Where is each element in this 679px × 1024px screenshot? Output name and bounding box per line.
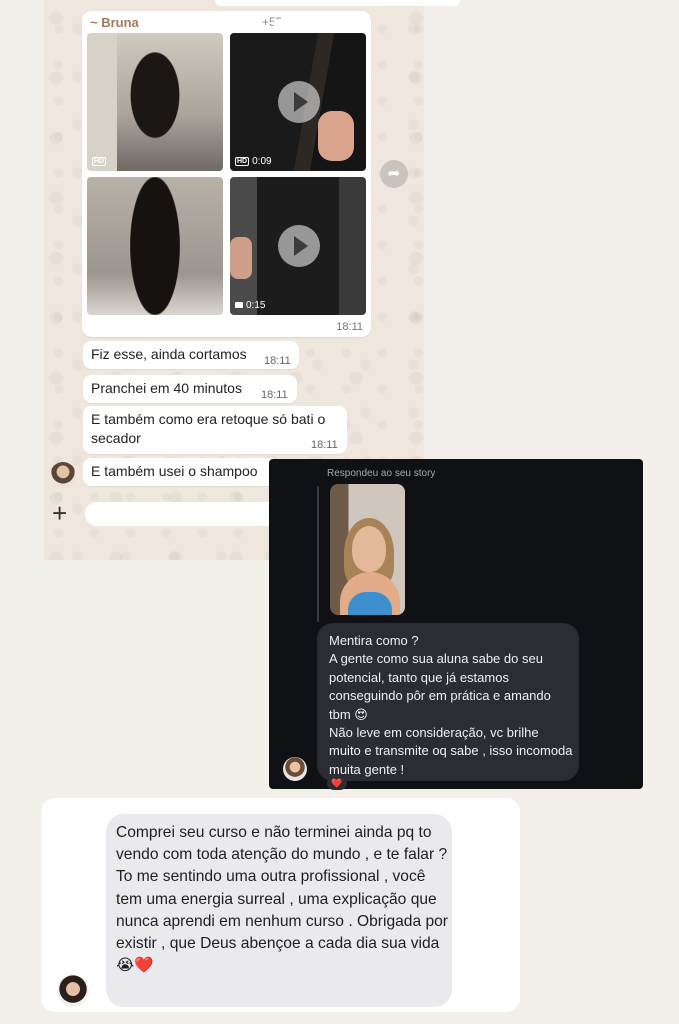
message-text: E também usei o shampoo bbox=[91, 463, 258, 479]
story-reply-label: Respondeu ao seu story bbox=[327, 468, 436, 479]
chat-message[interactable]: Fiz esse, ainda cortamos 18:11 bbox=[83, 341, 299, 369]
media-thumbnail-3[interactable] bbox=[87, 177, 223, 315]
message-time: 18:11 bbox=[264, 355, 291, 367]
message-time: 18:11 bbox=[311, 439, 338, 451]
forward-arrow-icon[interactable]: ➦ bbox=[380, 160, 408, 188]
avatar[interactable] bbox=[50, 462, 76, 488]
media-thumbnail-1[interactable]: HD bbox=[87, 33, 223, 171]
media-thumbnail-2[interactable]: HD 0:09 bbox=[230, 33, 366, 171]
chat-message[interactable]: Pranchei em 40 minutos 18:11 bbox=[83, 375, 297, 403]
video-duration-badge: HD 0:09 bbox=[235, 156, 272, 167]
instagram-dm-card: Respondeu ao seu story Mentira como ? A … bbox=[269, 459, 643, 790]
video-camera-icon bbox=[235, 302, 243, 309]
media-album-message[interactable]: ~ Bruna +55 HD HD 0:09 0:15 18:11 bbox=[82, 11, 371, 337]
message-text: Fiz esse, ainda cortamos bbox=[91, 346, 247, 362]
avatar[interactable] bbox=[57, 975, 89, 1007]
testimonial-bubble[interactable]: Comprei seu curso e não terminei ainda p… bbox=[106, 814, 452, 1007]
heart-reaction-icon[interactable]: ❤️ bbox=[327, 776, 347, 790]
video-duration-badge: 0:15 bbox=[235, 300, 265, 311]
message-text: Pranchei em 40 minutos bbox=[91, 380, 242, 396]
media-thumbnail-4[interactable]: 0:15 bbox=[230, 177, 366, 315]
message-time: 18:11 bbox=[261, 389, 288, 401]
plus-icon[interactable]: + bbox=[52, 500, 67, 526]
message-time: 18:11 bbox=[336, 321, 363, 333]
dm-message-bubble[interactable]: Mentira como ? A gente como sua aluna sa… bbox=[317, 623, 579, 781]
hd-badge: HD bbox=[92, 156, 107, 166]
sender-name[interactable]: ~ Bruna bbox=[90, 15, 139, 30]
play-icon[interactable] bbox=[278, 81, 320, 123]
chat-message[interactable]: E também como era retoque só bati o seca… bbox=[83, 406, 347, 454]
dm-message-text: Mentira como ? A gente como sua aluna sa… bbox=[329, 633, 573, 777]
testimonial-text: Comprei seu curso e não terminei ainda p… bbox=[116, 824, 448, 975]
reply-indicator-line bbox=[317, 486, 319, 622]
avatar[interactable] bbox=[283, 757, 307, 781]
play-icon[interactable] bbox=[278, 225, 320, 267]
chat-message[interactable]: E também usei o shampoo bbox=[83, 458, 273, 486]
message-input[interactable] bbox=[85, 502, 285, 526]
testimonial-card: Comprei seu curso e não terminei ainda p… bbox=[41, 798, 520, 1012]
message-text: E também como era retoque só bati o seca… bbox=[91, 411, 326, 446]
top-bubble-edge bbox=[215, 0, 460, 6]
story-thumbnail[interactable] bbox=[330, 484, 405, 615]
